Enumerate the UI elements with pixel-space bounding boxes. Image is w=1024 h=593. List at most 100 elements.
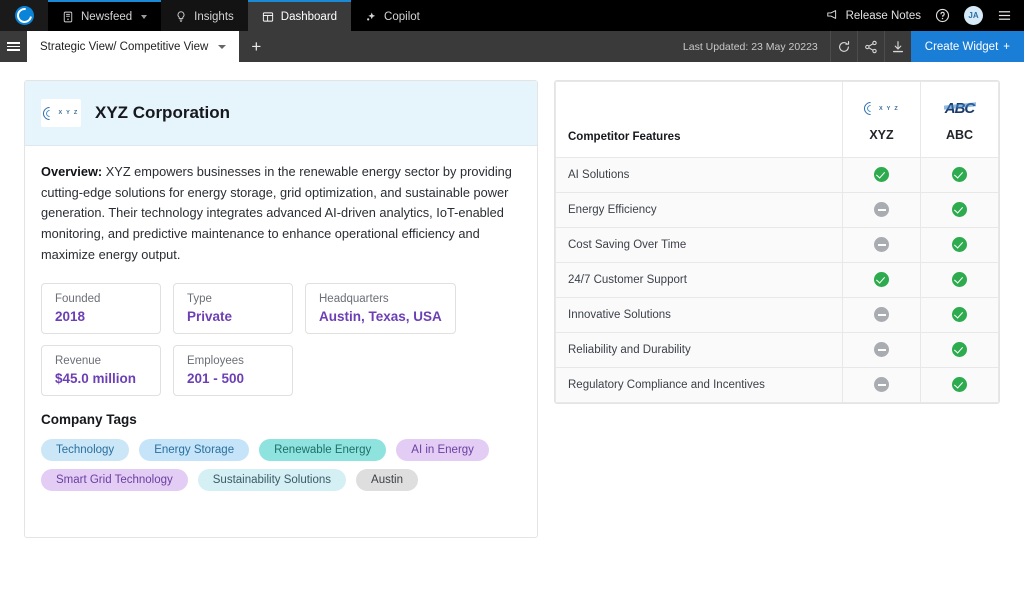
fact-employees: Employees 201 - 500 — [173, 344, 293, 396]
dashboard-tab-bar: Strategic View/ Competitive View + Last … — [0, 31, 1024, 62]
sidebar-toggle-button[interactable] — [0, 31, 27, 62]
release-notes-button[interactable]: Release Notes — [826, 9, 921, 23]
dashboard-workspace: X Y Z XYZ Corporation Overview: XYZ empo… — [0, 62, 1024, 593]
check-circle-icon — [952, 272, 967, 288]
company-tag[interactable]: Renewable Energy — [259, 438, 387, 461]
fact-headquarters: Headquarters Austin, Texas, USA — [305, 282, 456, 334]
chevron-down-icon[interactable] — [218, 44, 227, 49]
column-header-abc: ABC ABC — [920, 81, 999, 158]
check-circle-icon — [952, 377, 967, 393]
create-widget-button[interactable]: Create Widget + — [910, 31, 1024, 62]
company-facts: Founded 2018 Type Private Headquarters A… — [41, 282, 521, 396]
share-icon[interactable] — [856, 31, 884, 62]
company-tags-list: Technology Energy Storage Renewable Energy… — [41, 438, 521, 521]
refresh-icon[interactable] — [829, 31, 857, 62]
hamburger-icon[interactable] — [997, 9, 1012, 22]
tab-strategic-competitive-view[interactable]: Strategic View/ Competitive View — [27, 31, 240, 62]
table-row: Reliability and Durability — [555, 332, 999, 368]
minus-circle-icon — [874, 237, 889, 253]
check-circle-icon — [952, 237, 967, 253]
avatar[interactable]: JA — [964, 6, 983, 25]
company-tags-heading: Company Tags — [41, 411, 137, 427]
abc-monogram-logo: ABC — [925, 96, 994, 122]
company-tag[interactable]: AI in Energy — [396, 438, 489, 461]
plus-icon: + — [1003, 40, 1010, 53]
megaphone-icon — [826, 9, 839, 23]
nav-label-insights: Insights — [194, 10, 234, 23]
sparkle-icon — [365, 11, 377, 23]
feature-support-cell — [920, 262, 999, 298]
column-header-features: Competitor Features — [555, 81, 843, 158]
check-circle-icon — [874, 272, 889, 288]
fact-value: Private — [187, 308, 233, 324]
feature-support-cell — [842, 262, 921, 298]
tab-label: Strategic View/ Competitive View — [40, 40, 209, 53]
newsfeed-icon — [62, 11, 74, 23]
company-overview: Overview: XYZ empowers businesses in the… — [41, 162, 521, 266]
feature-support-cell — [920, 192, 999, 228]
nav-item-copilot[interactable]: Copilot — [351, 0, 434, 31]
table-body: AI Solutions Energy Efficiency Cost Saving… — [555, 157, 999, 403]
feature-name: AI Solutions — [555, 157, 843, 193]
feature-name: Innovative Solutions — [555, 297, 843, 333]
nav-item-newsfeed[interactable]: Newsfeed — [48, 0, 162, 31]
dashboard-icon — [262, 11, 274, 23]
logo-letters: X Y Z — [58, 110, 79, 116]
chevron-down-icon[interactable] — [141, 14, 148, 19]
competitor-comparison-table: Competitor Features X Y Z XYZ ABC ABC AI… — [555, 81, 999, 403]
top-nav-right-group: Release Notes JA — [826, 0, 1024, 31]
fact-row-1: Founded 2018 Type Private Headquarters A… — [41, 282, 521, 334]
fact-founded: Founded 2018 — [41, 282, 161, 334]
table-row: Cost Saving Over Time — [555, 227, 999, 263]
nav-label-dashboard: Dashboard — [280, 10, 338, 23]
company-tag[interactable]: Technology — [41, 438, 130, 461]
feature-support-cell — [920, 332, 999, 368]
feature-support-cell — [842, 227, 921, 263]
feature-name: Cost Saving Over Time — [555, 227, 843, 263]
check-circle-icon — [952, 342, 967, 358]
app-logo[interactable] — [0, 0, 48, 31]
table-row: AI Solutions — [555, 157, 999, 193]
feature-name: Regulatory Compliance and Incentives — [555, 367, 843, 403]
nav-item-dashboard[interactable]: Dashboard — [247, 0, 352, 31]
check-circle-icon — [952, 202, 967, 218]
avatar-initials: JA — [968, 11, 979, 20]
create-widget-label: Create Widget — [924, 40, 999, 53]
feature-support-cell — [842, 297, 921, 333]
fact-revenue: Revenue $45.0 million — [41, 344, 161, 396]
feature-name: Reliability and Durability — [555, 332, 843, 368]
feature-name: 24/7 Customer Support — [555, 262, 843, 298]
fact-value: Austin, Texas, USA — [319, 308, 442, 324]
company-tag[interactable]: Smart Grid Technology — [41, 468, 188, 491]
check-circle-icon — [952, 167, 967, 183]
company-card-body: Overview: XYZ empowers businesses in the… — [25, 146, 537, 537]
nav-item-insights[interactable]: Insights — [161, 0, 248, 31]
download-icon[interactable] — [883, 31, 911, 62]
fact-label: Headquarters — [319, 292, 389, 305]
company-profile-card: X Y Z XYZ Corporation Overview: XYZ empo… — [24, 80, 538, 538]
add-tab-button[interactable]: + — [239, 31, 273, 62]
company-tag[interactable]: Sustainability Solutions — [197, 468, 347, 491]
column-header-xyz: X Y Z XYZ — [842, 81, 921, 158]
release-notes-label: Release Notes — [845, 9, 921, 22]
check-circle-icon — [952, 307, 967, 323]
fact-value: 201 - 500 — [187, 370, 245, 386]
top-navigation-bar: Newsfeed Insights Dashboard Copilot Rele… — [0, 0, 1024, 31]
question-circle-icon[interactable] — [935, 8, 950, 23]
fact-value: $45.0 million — [55, 370, 137, 386]
company-tag[interactable]: Austin — [356, 468, 418, 491]
table-header: Competitor Features X Y Z XYZ ABC ABC — [555, 81, 999, 158]
feature-support-cell — [842, 332, 921, 368]
fact-label: Employees — [187, 354, 244, 367]
abc-logo-text: ABC — [944, 100, 975, 117]
swoosh-icon — [43, 107, 56, 120]
feature-support-cell — [842, 157, 921, 193]
swoosh-icon — [864, 102, 877, 115]
feature-support-cell — [842, 367, 921, 403]
company-tag[interactable]: Energy Storage — [139, 438, 250, 461]
tab-bar-right-group: Last Updated: 23 May 20223 Create Widget… — [671, 31, 1024, 62]
table-row: 24/7 Customer Support — [555, 262, 999, 298]
fact-label: Revenue — [55, 354, 102, 367]
nav-label-copilot: Copilot — [384, 10, 420, 23]
last-updated-text: Last Updated: 23 May 20223 — [682, 40, 818, 53]
